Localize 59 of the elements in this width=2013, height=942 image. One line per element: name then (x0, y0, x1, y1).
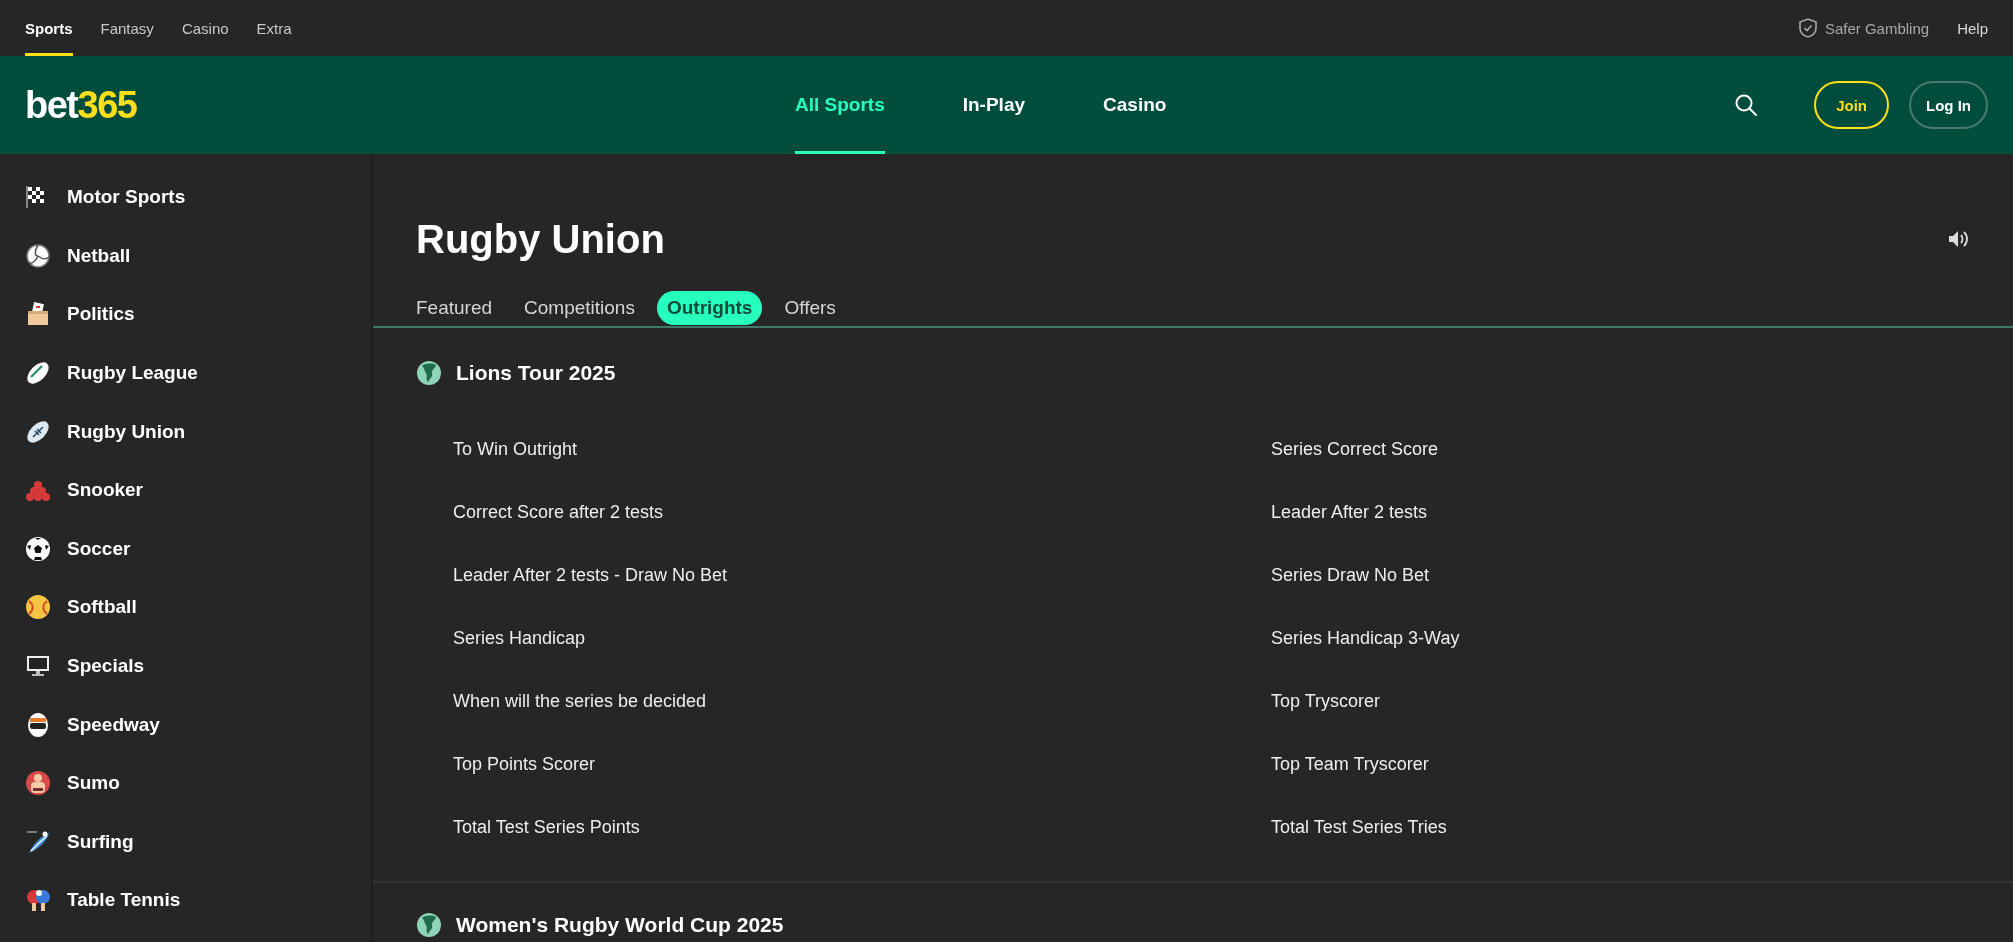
table-tennis-paddles-icon (25, 887, 51, 914)
shield-icon (1798, 18, 1817, 38)
market-link[interactable]: Leader After 2 tests - Draw No Bet (453, 544, 1271, 607)
market-link[interactable]: Top Points Scorer (453, 733, 1271, 796)
globe-icon (416, 912, 442, 938)
surfer-icon (25, 828, 51, 855)
sumo-wrestler-icon (25, 770, 51, 797)
sidebar-item[interactable]: Surfing (0, 812, 371, 872)
helmet-icon (25, 711, 51, 738)
tab[interactable]: Competitions (514, 291, 645, 325)
market-link[interactable]: When will the series be decided (453, 670, 1271, 733)
page-title: Rugby Union (416, 216, 665, 262)
market-link[interactable]: Series Correct Score (1271, 418, 2013, 481)
market-link[interactable]: Top Tryscorer (1271, 670, 2013, 733)
sidebar-item[interactable]: Soccer (0, 519, 371, 579)
sidebar-item[interactable]: Specials (0, 636, 371, 696)
market-link[interactable]: To Win Outright (453, 418, 1271, 481)
market-link[interactable]: Leader After 2 tests (1271, 481, 2013, 544)
market-link[interactable]: Total Test Series Points (453, 796, 1271, 859)
market-link[interactable]: Correct Score after 2 tests (453, 481, 1271, 544)
soccer-ball-icon (25, 535, 51, 562)
tab[interactable]: Offers (774, 291, 846, 325)
market-link[interactable]: Total Test Series Tries (1271, 796, 2013, 859)
market-link[interactable]: Series Handicap 3-Way (1271, 607, 2013, 670)
volleyball-icon (25, 242, 51, 269)
login-button[interactable]: Log In (1909, 81, 1988, 129)
sidebar-item[interactable]: Table Tennis (0, 871, 371, 930)
tab[interactable]: Featured (406, 291, 503, 325)
section-title[interactable]: Women's Rugby World Cup 2025 (456, 913, 784, 937)
help-link[interactable]: Help (1957, 19, 1988, 37)
market-link[interactable]: Series Handicap (453, 607, 1271, 670)
section-title[interactable]: Lions Tour 2025 (456, 361, 616, 385)
softball-icon (25, 594, 51, 621)
sidebar-item[interactable]: Snooker (0, 460, 371, 520)
top-nav-link[interactable]: Fantasy (100, 0, 154, 56)
market-link[interactable]: Top Team Tryscorer (1271, 733, 2013, 796)
ballot-box-icon (25, 301, 51, 328)
join-button[interactable]: Join (1814, 81, 1889, 129)
sidebar-item[interactable]: Sumo (0, 753, 371, 813)
sidebar-item[interactable]: Politics (0, 285, 371, 344)
globe-icon (416, 360, 442, 386)
sidebar-item[interactable]: Rugby League (0, 343, 371, 403)
rugby-ball-icon (25, 418, 51, 445)
top-nav-link[interactable]: Extra (256, 0, 292, 56)
main-nav-link[interactable]: Casino (1103, 56, 1167, 154)
logo[interactable]: bet365 (25, 83, 137, 127)
tab[interactable]: Outrights (656, 291, 763, 325)
sidebar-item[interactable]: Speedway (0, 695, 371, 754)
rugby-ball-icon (25, 360, 51, 387)
sidebar-item[interactable]: Rugby Union (0, 402, 371, 461)
sidebar-item[interactable]: Softball (0, 578, 371, 637)
search-icon[interactable] (1734, 93, 1759, 117)
speaker-icon[interactable] (1948, 229, 1970, 249)
sidebar-item[interactable]: Netball (0, 226, 371, 286)
sidebar-item[interactable]: Motor Sports (0, 168, 371, 227)
top-nav-link[interactable]: Casino (181, 0, 229, 56)
safer-gambling-link[interactable]: Safer Gambling (1824, 19, 1930, 37)
market-link[interactable]: Series Draw No Bet (1271, 544, 2013, 607)
main-nav-link[interactable]: In-Play (962, 56, 1026, 154)
